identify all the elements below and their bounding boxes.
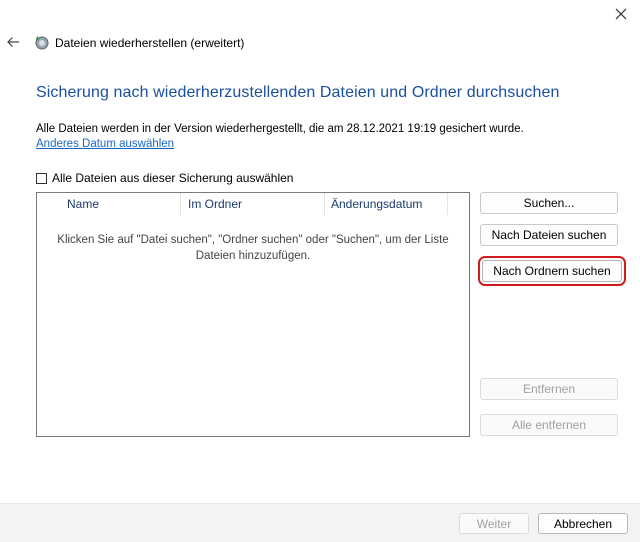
column-header-modified[interactable]: Änderungsdatum — [331, 197, 422, 215]
search-button[interactable]: Suchen... — [480, 192, 618, 214]
search-files-button[interactable]: Nach Dateien suchen — [480, 224, 618, 246]
column-header-name[interactable]: Name — [67, 197, 99, 215]
restore-app-icon — [34, 34, 50, 50]
empty-message-line-1: Klicken Sie auf "Datei suchen", "Ordner … — [57, 234, 449, 246]
next-button[interactable]: Weiter — [459, 513, 529, 534]
column-header-folder[interactable]: Im Ordner — [188, 197, 242, 215]
column-separator — [324, 193, 325, 215]
search-folders-button[interactable]: Nach Ordnern suchen — [478, 256, 626, 286]
close-icon — [615, 8, 627, 20]
select-all-label: Alle Dateien aus dieser Sicherung auswäh… — [52, 171, 294, 185]
page-heading: Sicherung nach wiederherzustellenden Dat… — [36, 84, 560, 101]
column-separator — [180, 193, 181, 215]
back-button[interactable] — [2, 30, 24, 54]
remove-all-button[interactable]: Alle entfernen — [480, 414, 618, 436]
select-all-checkbox-row[interactable]: Alle Dateien aus dieser Sicherung auswäh… — [36, 171, 293, 185]
cancel-button[interactable]: Abbrechen — [538, 513, 628, 534]
close-button[interactable] — [602, 0, 640, 28]
empty-list-message: Klicken Sie auf "Datei suchen", "Ordner … — [40, 232, 466, 264]
file-list[interactable] — [36, 192, 470, 437]
select-all-checkbox[interactable] — [36, 172, 47, 184]
remove-button[interactable]: Entfernen — [480, 378, 618, 400]
backup-info-text: Alle Dateien werden in der Version wiede… — [36, 123, 524, 135]
change-date-link[interactable]: Anderes Datum auswählen — [36, 138, 174, 150]
empty-message-line-2: Dateien hinzuzufügen. — [195, 250, 311, 262]
back-arrow-icon — [7, 37, 19, 47]
window-title: Dateien wiederherstellen (erweitert) — [55, 36, 245, 50]
column-separator — [447, 193, 448, 215]
